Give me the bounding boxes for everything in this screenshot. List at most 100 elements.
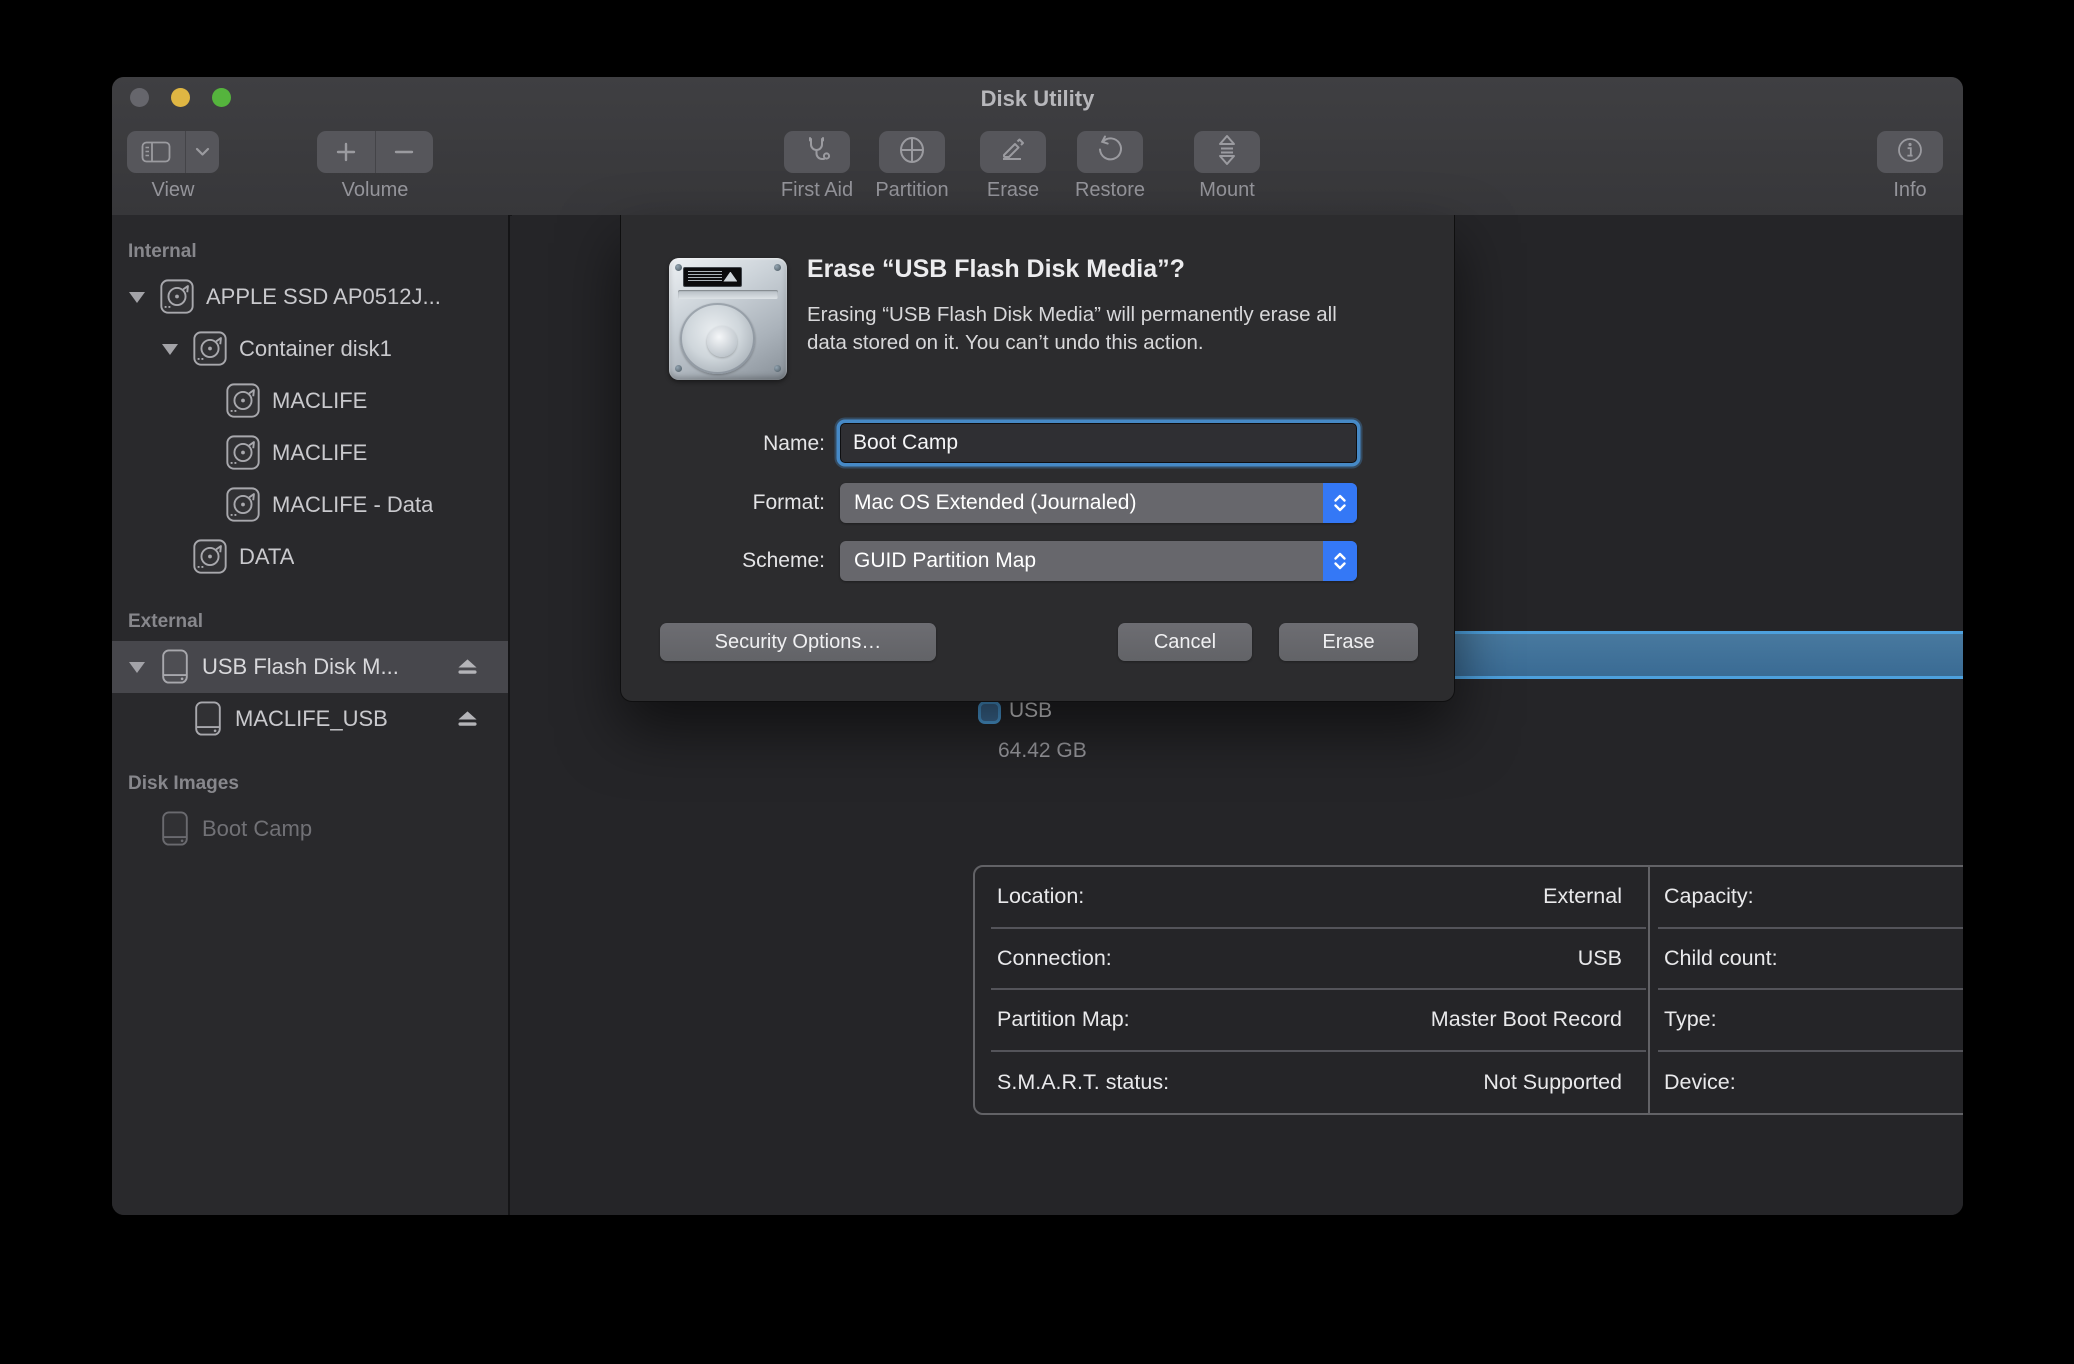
dialog-body-line1: Erasing “USB Flash Disk Media” will perm… xyxy=(807,303,1337,326)
info-table-row: Location: External xyxy=(991,867,1646,929)
info-icon xyxy=(1895,135,1925,170)
view-button[interactable] xyxy=(127,131,219,173)
format-select[interactable]: Mac OS Extended (Journaled) xyxy=(840,483,1357,523)
sidebar-item[interactable]: USB Flash Disk M... xyxy=(112,641,508,693)
info-table-row: Connection: USB xyxy=(991,929,1646,991)
external-disk-icon xyxy=(158,808,192,850)
mount-label: Mount xyxy=(1159,177,1295,203)
info-table-row: Type:Disk xyxy=(1658,990,1963,1052)
sidebar-item-label: MACLIFE_USB xyxy=(235,706,388,732)
external-disk-icon xyxy=(158,646,192,688)
info-label: Location: xyxy=(997,884,1084,909)
name-label: Name: xyxy=(661,432,825,456)
info-value: Not Supported xyxy=(1483,1070,1622,1095)
add-volume-button[interactable] xyxy=(318,131,375,173)
sidebar-section: Internal APPLE SSD AP0512J... Container di… xyxy=(112,233,508,583)
erase-button-toolbar[interactable] xyxy=(980,131,1046,173)
sidebar-section-header: External xyxy=(112,603,508,641)
sidebar-item-label: Boot Camp xyxy=(202,816,312,842)
sidebar-item-label: MACLIFE xyxy=(272,440,367,466)
internal-disk-icon xyxy=(191,328,229,370)
format-label: Format: xyxy=(661,491,825,515)
disk-utility-window: Disk Utility View Volume xyxy=(112,77,1963,1215)
info-label: Type: xyxy=(1664,1007,1717,1032)
sidebar-item[interactable]: MACLIFE xyxy=(112,375,508,427)
sidebar-item[interactable]: Boot Camp xyxy=(112,803,508,855)
toolbar: Disk Utility View Volume xyxy=(112,77,1963,216)
usage-legend-label: USB xyxy=(1009,699,1052,723)
info-table-row: Device:disk4 xyxy=(1658,1052,1963,1114)
info-label: Child count: xyxy=(1664,946,1778,971)
sidebar-section: Disk Images Boot Camp xyxy=(112,765,508,855)
scheme-value: GUID Partition Map xyxy=(840,549,1323,573)
info-table-row: Child count:1 xyxy=(1658,929,1963,991)
info-table-row: S.M.A.R.T. status: Not Supported xyxy=(991,1052,1646,1114)
sidebar-item[interactable]: APPLE SSD AP0512J... xyxy=(112,271,508,323)
sidebar-item[interactable]: MACLIFE_USB xyxy=(112,693,508,745)
sidebar-item-label: DATA xyxy=(239,544,294,570)
disclosure-triangle-icon[interactable] xyxy=(159,344,181,355)
sidebar-item-label: USB Flash Disk M... xyxy=(202,654,399,680)
eject-icon[interactable] xyxy=(455,656,480,677)
scheme-select[interactable]: GUID Partition Map xyxy=(840,541,1357,581)
stepper-icon xyxy=(1323,483,1357,523)
sidebar-view-icon xyxy=(128,131,185,173)
sidebar-item-label: APPLE SSD AP0512J... xyxy=(206,284,441,310)
eraser-icon xyxy=(998,135,1028,170)
view-label: View xyxy=(127,177,219,203)
desktop: Disk Utility View Volume xyxy=(0,0,2074,1364)
sidebar-section-header: Internal xyxy=(112,233,508,271)
dialog-body: Erasing “USB Flash Disk Media” will perm… xyxy=(807,301,1337,357)
internal-disk-icon xyxy=(191,536,229,578)
internal-disk-icon xyxy=(224,484,262,526)
capacity-text-fragment: 64.42 GB xyxy=(998,739,1087,763)
sidebar-item[interactable]: Container disk1 xyxy=(112,323,508,375)
disk-info-table: Location: External Connection: USB Partition… xyxy=(973,865,1963,1115)
sidebar-item[interactable]: MACLIFE xyxy=(112,427,508,479)
erase-dialog: Erase “USB Flash Disk Media”? Erasing “U… xyxy=(620,215,1455,702)
info-value: External xyxy=(1543,884,1622,909)
name-input[interactable] xyxy=(840,423,1357,463)
mount-button[interactable] xyxy=(1194,131,1260,173)
sidebar-item[interactable]: MACLIFE - Data xyxy=(112,479,508,531)
sidebar-item-label: MACLIFE xyxy=(272,388,367,414)
format-value: Mac OS Extended (Journaled) xyxy=(840,491,1323,515)
cancel-button[interactable]: Cancel xyxy=(1118,623,1252,661)
restore-button[interactable] xyxy=(1077,131,1143,173)
info-label: Connection: xyxy=(997,946,1112,971)
info-value: Master Boot Record xyxy=(1431,1007,1622,1032)
eject-icon[interactable] xyxy=(455,708,480,729)
info-value: USB xyxy=(1578,946,1622,971)
sidebar-item[interactable]: DATA xyxy=(112,531,508,583)
disclosure-triangle-icon[interactable] xyxy=(126,662,148,673)
first-aid-button[interactable] xyxy=(784,131,850,173)
stepper-icon xyxy=(1323,541,1357,581)
disclosure-triangle-icon[interactable] xyxy=(126,292,148,303)
remove-volume-button[interactable] xyxy=(376,131,433,173)
info-table-row: Capacity:64.42 GB xyxy=(1658,867,1963,929)
chevron-down-icon xyxy=(186,131,219,173)
sidebar-section-header: Disk Images xyxy=(112,765,508,803)
dialog-body-line2: data stored on it. You can’t undo this a… xyxy=(807,331,1204,354)
restore-label: Restore xyxy=(1042,177,1178,203)
external-disk-icon xyxy=(191,698,225,740)
sidebar-section: External USB Flash Disk M... MACLIFE_USB xyxy=(112,603,508,745)
info-table-row: Partition Map:Master Boot Record xyxy=(991,990,1646,1052)
info-label: Capacity: xyxy=(1664,884,1754,909)
disk-media-icon xyxy=(669,258,787,380)
internal-disk-icon xyxy=(224,380,262,422)
partition-pie-icon xyxy=(897,135,927,170)
internal-disk-icon xyxy=(158,276,196,318)
info-label: Device: xyxy=(1664,1070,1736,1095)
info-button[interactable] xyxy=(1877,131,1943,173)
window-title: Disk Utility xyxy=(112,86,1963,112)
info-label: Info xyxy=(1842,177,1963,203)
erase-button[interactable]: Erase xyxy=(1279,623,1418,661)
mount-icon xyxy=(1214,134,1240,171)
volume-buttons xyxy=(317,131,433,173)
security-options-button[interactable]: Security Options… xyxy=(660,623,936,661)
info-label: S.M.A.R.T. status: xyxy=(997,1070,1169,1095)
usage-legend-swatch xyxy=(978,701,1001,724)
partition-button[interactable] xyxy=(879,131,945,173)
internal-disk-icon xyxy=(224,432,262,474)
